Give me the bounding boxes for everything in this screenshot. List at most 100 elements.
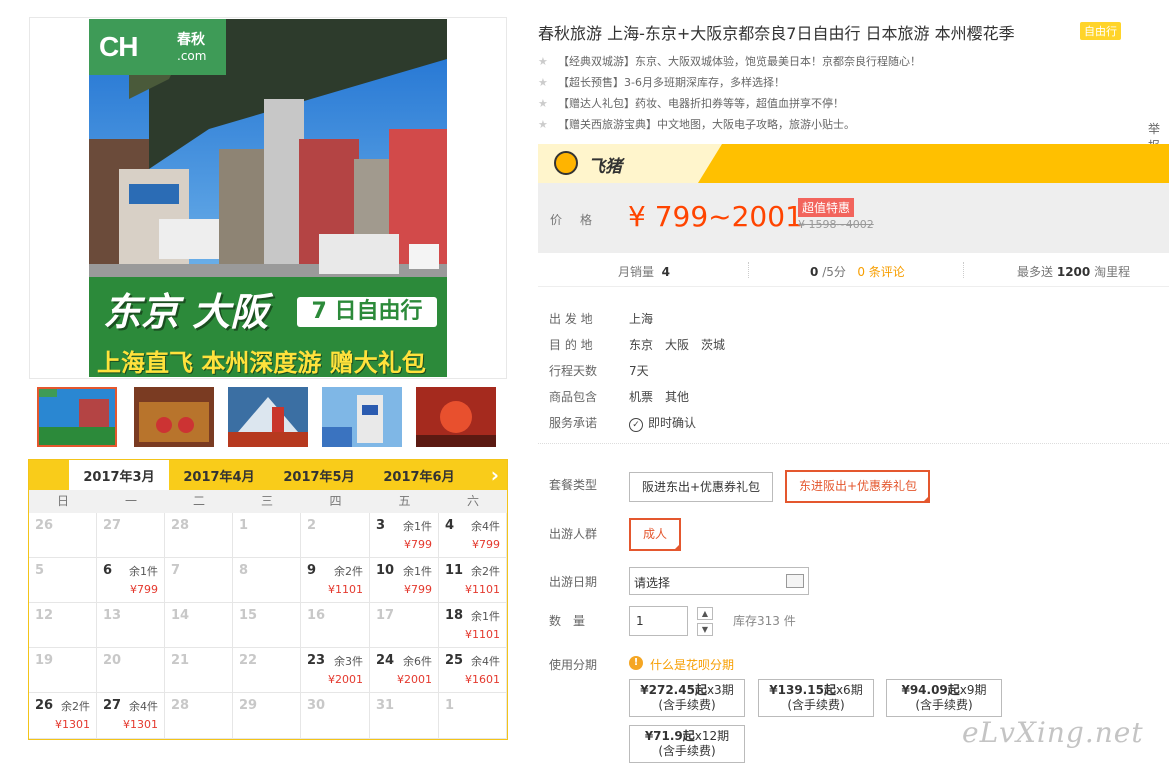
- day-remaining: 余1件: [129, 565, 158, 578]
- day-remaining: 余2件: [471, 565, 500, 578]
- installment-amount: ¥94.09起: [901, 683, 960, 697]
- price-label: 价格: [550, 213, 611, 227]
- day-number: 7: [171, 563, 181, 578]
- thumbnail-1[interactable]: [37, 387, 117, 447]
- travel-date-picker[interactable]: 请选择: [629, 567, 809, 595]
- calendar-day[interactable]: 10 余1件 ¥799: [370, 558, 439, 603]
- fliggy-banner: 飞猪: [538, 144, 1169, 183]
- calendar-day[interactable]: 26 余2件 ¥1301: [29, 693, 97, 739]
- month-tab-4[interactable]: 2017年6月: [369, 460, 469, 490]
- calendar-day[interactable]: 6 余1件 ¥799: [97, 558, 165, 603]
- fliggy-logo-icon: [554, 151, 578, 175]
- installment-option-9[interactable]: ¥94.09起x9期 (含手续费): [886, 679, 1002, 717]
- installment-fee: (含手续费): [658, 744, 716, 758]
- date-value: 请选择: [634, 576, 671, 590]
- day-number: 2: [307, 518, 317, 533]
- brand-main: CH: [99, 31, 138, 62]
- day-number: 28: [171, 518, 190, 533]
- detail-value-item: 茨城: [701, 338, 726, 352]
- calendar-day[interactable]: 18 余1件 ¥1101: [439, 603, 507, 648]
- day-number: 20: [103, 653, 122, 668]
- installment-label: 使用分期: [549, 658, 598, 672]
- day-number: 30: [307, 698, 326, 713]
- installment-term: x6期: [835, 683, 863, 697]
- star-icon: ★: [538, 118, 548, 131]
- calendar-day[interactable]: 3 余1件 ¥799: [370, 513, 439, 558]
- day-number: 23: [307, 653, 326, 668]
- weekday-label: 四: [329, 494, 342, 508]
- brand-logo: CH 春秋 .com: [89, 19, 226, 75]
- thumbnail-4[interactable]: [322, 387, 402, 447]
- day-price: ¥799: [130, 583, 158, 596]
- points-value: 1200: [1056, 265, 1091, 279]
- calendar-icon[interactable]: [786, 574, 804, 588]
- day-number: 31: [376, 698, 395, 713]
- package-option-2[interactable]: 东进阪出+优惠券礼包: [785, 470, 930, 503]
- price-panel: 价格 ¥ 799~2001 超值特惠 ¥ 1598~4002: [538, 183, 1169, 253]
- day-remaining: 余1件: [471, 610, 500, 623]
- installment-amount: ¥272.45起: [640, 683, 707, 697]
- installment-term: x12期: [694, 729, 730, 743]
- calendar-day[interactable]: 11 余2件 ¥1101: [439, 558, 507, 603]
- decrease-icon[interactable]: ▼: [697, 623, 713, 636]
- quantity-input[interactable]: 1: [629, 606, 688, 636]
- calendar-day: 26: [29, 513, 97, 558]
- day-number: 25: [445, 653, 464, 668]
- installment-term: x9期: [959, 683, 987, 697]
- calendar-day[interactable]: 24 余6件 ¥2001: [370, 648, 439, 693]
- watermark: eLvXing.net: [962, 716, 1144, 749]
- calendar-day: 29: [233, 693, 301, 739]
- detail-value-item: 上海: [629, 312, 654, 326]
- detail-label: 出 发 地: [549, 312, 593, 326]
- chevron-right-icon[interactable]: ›: [491, 463, 499, 487]
- sales-stats: 月销量 4 0 /5分 0 条评论 最多送 1200 淘里程: [538, 256, 1169, 287]
- calendar-day[interactable]: 4 余4件 ¥799: [439, 513, 507, 558]
- installment-fee: (含手续费): [787, 698, 845, 712]
- detail-value: 上海: [629, 310, 665, 327]
- detail-label: 服务承诺: [549, 416, 598, 430]
- installment-option-12[interactable]: ¥71.9起x12期 (含手续费): [629, 725, 745, 763]
- calendar-day: 13: [97, 603, 165, 648]
- month-tab-2[interactable]: 2017年4月: [169, 460, 269, 490]
- star-icon: ★: [538, 97, 548, 110]
- installment-option-6[interactable]: ¥139.15起x6期 (含手续费): [758, 679, 874, 717]
- calendar-day: 19: [29, 648, 97, 693]
- day-price: ¥1301: [55, 718, 90, 731]
- brand-top: 春秋: [177, 32, 205, 48]
- installment-amount: ¥139.15起: [769, 683, 836, 697]
- day-number: 27: [103, 518, 122, 533]
- calendar-day: 1: [439, 693, 507, 739]
- month-tab-1[interactable]: 2017年3月: [69, 460, 169, 490]
- image-headline: 东京 大阪: [103, 290, 269, 334]
- day-price: ¥1601: [465, 673, 500, 686]
- monthly-sales: 月销量 4: [618, 263, 670, 280]
- highlight-item: ★ 【经典双城游】东京、大阪双城体验，饱览最美日本！京都奈良行程随心！: [538, 53, 921, 69]
- day-remaining: 余1件: [403, 565, 432, 578]
- package-option-1[interactable]: 阪进东出+优惠券礼包: [629, 472, 773, 502]
- highlight-text: 【赠关西旅游宝典】中文地图，大阪电子攻略，旅游小贴士。: [558, 118, 855, 131]
- calendar-day: 28: [165, 513, 233, 558]
- day-remaining: 余1件: [403, 520, 432, 533]
- calendar-day[interactable]: 25 余4件 ¥1601: [439, 648, 507, 693]
- thumbnail-2[interactable]: [134, 387, 214, 447]
- increase-icon[interactable]: ▲: [697, 607, 713, 620]
- reviews-link[interactable]: 0 条评论: [857, 265, 904, 279]
- thumbnail-5[interactable]: [416, 387, 496, 447]
- calendar-day: 22: [233, 648, 301, 693]
- star-icon: ★: [538, 55, 548, 68]
- calendar-day[interactable]: 9 余2件 ¥1101: [301, 558, 370, 603]
- huabei-help-link[interactable]: 什么是花呗分期: [650, 656, 734, 673]
- calendar-day[interactable]: 23 余3件 ¥2001: [301, 648, 370, 693]
- fliggy-banner-slant: [698, 144, 722, 183]
- installment-option-3[interactable]: ¥272.45起x3期 (含手续费): [629, 679, 745, 717]
- traveler-option-adult[interactable]: 成人: [629, 518, 681, 551]
- highlight-item: ★ 【赠关西旅游宝典】中文地图，大阪电子攻略，旅游小贴士。: [538, 116, 855, 132]
- main-product-image[interactable]: CH 春秋 .com 东京 大阪 7 日自由行 上海直飞 本州深度游 赠大礼包: [89, 19, 447, 377]
- month-tab-3[interactable]: 2017年5月: [269, 460, 369, 490]
- calendar-day[interactable]: 27 余4件 ¥1301: [97, 693, 165, 739]
- fliggy-name: 飞猪: [588, 157, 622, 177]
- day-number: 21: [171, 653, 190, 668]
- thumbnail-3[interactable]: [228, 387, 308, 447]
- day-number: 5: [35, 563, 45, 578]
- day-number: 16: [307, 608, 326, 623]
